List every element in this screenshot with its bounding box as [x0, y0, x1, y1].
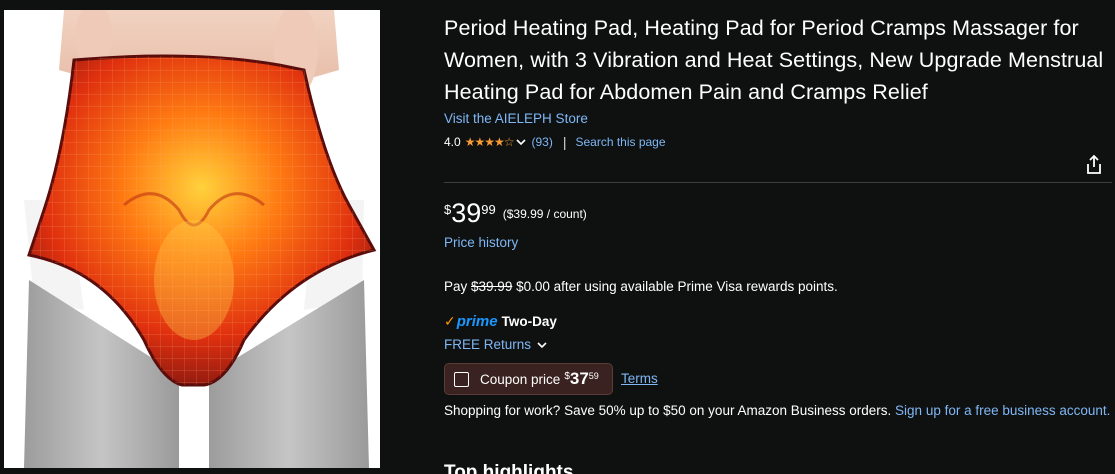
free-returns-link[interactable]: FREE Returns — [444, 337, 548, 352]
search-this-page-link[interactable]: Search this page — [575, 135, 665, 149]
pay-prefix: Pay — [444, 279, 468, 294]
unit-price: ($39.99 / count) — [502, 207, 587, 221]
pay-suffix: $0.00 after using available Prime Visa r… — [516, 279, 838, 294]
product-image-panel — [0, 0, 385, 474]
prime-delivery: ✓ prime Two-Day — [444, 313, 557, 330]
business-text: Shopping for work? Save 50% up to $50 on… — [444, 403, 892, 418]
business-signup-link[interactable]: Sign up for a free business account. — [895, 403, 1110, 418]
chevron-down-icon — [537, 341, 547, 348]
share-icon[interactable] — [1084, 154, 1104, 176]
prime-check-icon: ✓ — [444, 313, 456, 329]
coupon-fraction: 59 — [588, 371, 599, 381]
product-info: Period Heating Pad, Heating Pad for Peri… — [444, 12, 1112, 150]
coupon-label: Coupon price — [480, 371, 561, 387]
chevron-down-icon[interactable] — [515, 136, 527, 148]
price-symbol: $ — [444, 202, 452, 217]
coupon-terms-link[interactable]: Terms — [621, 371, 658, 386]
free-returns-label: FREE Returns — [444, 337, 532, 352]
prime-logo: prime — [456, 313, 498, 330]
separator: | — [562, 134, 567, 150]
business-offer: Shopping for work? Save 50% up to $50 on… — [444, 401, 1112, 421]
strike-price: $39.99 — [471, 279, 513, 294]
product-image[interactable] — [4, 10, 380, 468]
prime-visa-offer: Pay $39.99 $0.00 after using available P… — [444, 279, 838, 294]
price-block: $ 39 99 ($39.99 / count) — [444, 198, 587, 228]
rating-value: 4.0 — [444, 135, 461, 149]
top-highlights-heading: Top highlights — [444, 462, 574, 474]
coupon-whole: 37 — [569, 369, 589, 388]
rating-row: 4.0 ★★★★☆ (93) | Search this page — [444, 134, 1112, 150]
ratings-count-link[interactable]: (93) — [531, 135, 552, 149]
price-history-link[interactable]: Price history — [444, 235, 518, 250]
price-whole: 39 — [451, 198, 482, 228]
store-link[interactable]: Visit the AIELEPH Store — [444, 111, 588, 126]
delivery-speed: Two-Day — [501, 314, 557, 329]
price-fraction: 99 — [481, 202, 496, 217]
coupon-checkbox-row[interactable]: Coupon price $ 37 59 — [444, 363, 613, 395]
checkbox-icon[interactable] — [454, 371, 469, 387]
product-image-illustration — [4, 10, 380, 468]
product-title: Period Heating Pad, Heating Pad for Peri… — [444, 16, 1104, 104]
divider — [444, 182, 1112, 183]
star-rating-icon[interactable]: ★★★★☆ — [465, 135, 515, 149]
